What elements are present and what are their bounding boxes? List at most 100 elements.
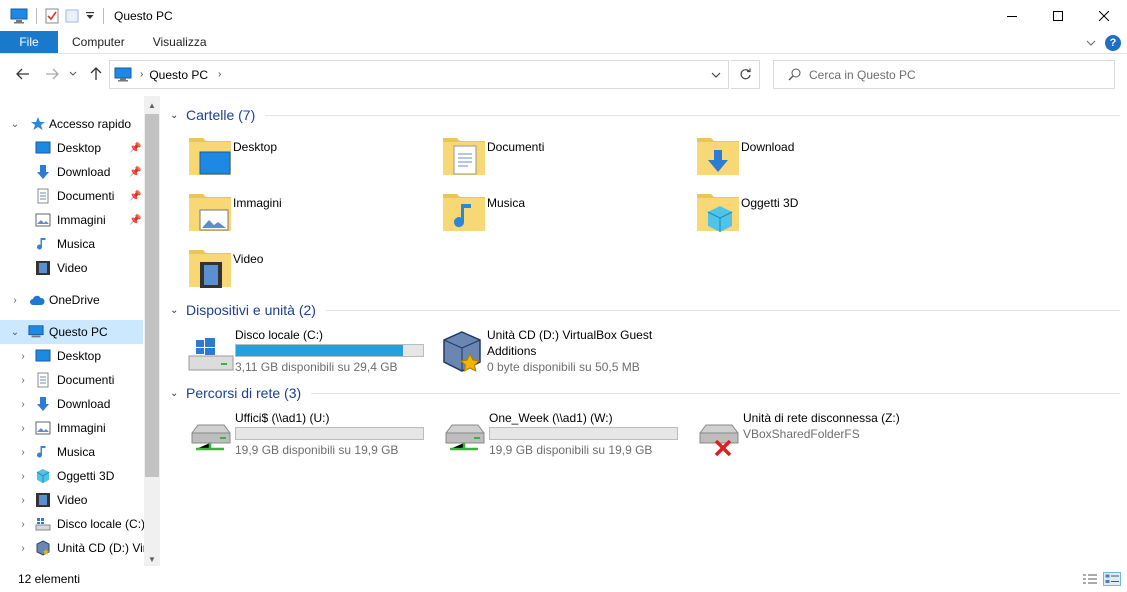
- nav-item-pc-disco-c[interactable]: › Disco locale (C:): [0, 512, 145, 536]
- scroll-up-icon[interactable]: ▲: [147, 100, 157, 110]
- new-folder-icon[interactable]: [65, 8, 79, 24]
- forward-button[interactable]: [43, 65, 61, 83]
- nav-item-pc-documenti[interactable]: › Documenti: [0, 368, 143, 392]
- breadcrumb-questo-pc[interactable]: Questo PC: [149, 68, 208, 82]
- divider: [325, 309, 1120, 311]
- nav-item-onedrive[interactable]: › OneDrive: [0, 288, 143, 312]
- chevron-right-icon[interactable]: ›: [18, 447, 28, 458]
- folder-desktop[interactable]: Desktop: [186, 132, 436, 186]
- nav-item-pc-immagini[interactable]: › Immagini: [0, 416, 143, 440]
- chevron-right-icon[interactable]: ›: [10, 295, 20, 306]
- nav-item-pc-desktop[interactable]: › Desktop: [0, 344, 143, 368]
- drive-usage-bar: [235, 344, 424, 357]
- tile-label: One_Week (\\ad1) (W:): [489, 411, 613, 425]
- nav-item-pc-cd-d[interactable]: › Unità CD (D:) Vir: [0, 536, 147, 560]
- minimize-button[interactable]: [989, 0, 1035, 31]
- maximize-icon: [1053, 10, 1063, 21]
- pictures-icon: [35, 213, 51, 227]
- chevron-down-icon[interactable]: ⌄: [170, 305, 184, 316]
- address-bar[interactable]: › Questo PC ›: [109, 60, 729, 89]
- folder-video-icon: [189, 250, 231, 288]
- pin-icon[interactable]: 📌: [129, 215, 141, 226]
- group-header-network[interactable]: ⌄ Percorsi di rete (3): [170, 382, 1120, 404]
- pin-icon[interactable]: 📌: [129, 191, 141, 202]
- nav-label: Accesso rapido: [49, 117, 132, 131]
- folder-download-icon: [697, 138, 739, 175]
- maximize-button[interactable]: [1035, 0, 1081, 31]
- expand-ribbon-icon[interactable]: [1085, 37, 1097, 49]
- folder-oggetti-3d[interactable]: Oggetti 3D: [694, 188, 944, 242]
- nav-item-pc-video[interactable]: › Video: [0, 488, 143, 512]
- drive-cd-d[interactable]: Unità CD (D:) VirtualBox Guest Additions…: [440, 328, 690, 382]
- pin-icon[interactable]: 📌: [129, 167, 141, 178]
- drive-c[interactable]: Disco locale (C:) 3,11 GB disponibili su…: [188, 328, 438, 382]
- chevron-down-icon[interactable]: ⌄: [170, 110, 184, 121]
- refresh-button[interactable]: [731, 60, 760, 89]
- properties-icon[interactable]: [45, 8, 59, 24]
- tab-computer[interactable]: Computer: [58, 31, 139, 53]
- chevron-right-icon[interactable]: ›: [18, 543, 28, 554]
- customize-toolbar-icon[interactable]: [85, 11, 95, 21]
- group-header-folders[interactable]: ⌄ Cartelle (7): [170, 104, 1120, 126]
- up-button[interactable]: [87, 65, 105, 83]
- chevron-right-icon[interactable]: ›: [18, 519, 28, 530]
- network-drive-w[interactable]: One_Week (\\ad1) (W:) 19,9 GB disponibil…: [442, 411, 692, 465]
- network-drive-z-disconnected[interactable]: Unità di rete disconnessa (Z:) VBoxShare…: [696, 411, 946, 465]
- search-input[interactable]: Cerca in Questo PC: [773, 60, 1115, 89]
- close-button[interactable]: [1081, 0, 1127, 31]
- nav-item-documenti[interactable]: Documenti 📌: [0, 184, 143, 208]
- recent-locations-button[interactable]: [67, 65, 79, 83]
- help-icon[interactable]: ?: [1105, 34, 1121, 51]
- details-view-button[interactable]: [1081, 572, 1099, 586]
- folder-documenti[interactable]: Documenti: [440, 132, 690, 186]
- breadcrumb-separator-icon[interactable]: ›: [218, 69, 221, 80]
- nav-scrollbar[interactable]: ▲ ▼: [144, 96, 160, 566]
- chevron-right-icon[interactable]: ›: [18, 471, 28, 482]
- drive-usage-bar: [235, 427, 424, 440]
- chevron-down-icon: [69, 71, 77, 76]
- folder-immagini[interactable]: Immagini: [186, 188, 436, 242]
- nav-item-pc-oggetti-3d[interactable]: › Oggetti 3D: [0, 464, 143, 488]
- tiles-view-button[interactable]: [1103, 572, 1121, 586]
- folder-download[interactable]: Download: [694, 132, 944, 186]
- group-header-devices[interactable]: ⌄ Dispositivi e unità (2): [170, 299, 1120, 321]
- nav-item-quick-access[interactable]: ⌄ Accesso rapido: [0, 112, 143, 136]
- address-dropdown-button[interactable]: [704, 61, 728, 88]
- back-button[interactable]: [14, 65, 32, 83]
- nav-item-pc-musica[interactable]: › Musica: [0, 440, 143, 464]
- chevron-right-icon[interactable]: ›: [18, 351, 28, 362]
- nav-scroll-thumb[interactable]: [145, 114, 159, 477]
- window-controls: [989, 0, 1127, 31]
- arrow-right-icon: [46, 68, 59, 80]
- computer-icon[interactable]: [10, 8, 28, 24]
- chevron-right-icon[interactable]: ›: [18, 423, 28, 434]
- nav-item-immagini[interactable]: Immagini 📌: [0, 208, 143, 232]
- network-drive-u[interactable]: Uffici$ (\\ad1) (U:) 19,9 GB disponibili…: [188, 411, 438, 465]
- nav-item-musica[interactable]: Musica: [0, 232, 143, 256]
- chevron-down-icon[interactable]: ⌄: [10, 327, 20, 338]
- nav-item-download[interactable]: Download 📌: [0, 160, 143, 184]
- status-bar: 12 elementi: [0, 566, 1127, 592]
- group-title: Dispositivi e unità (2): [186, 302, 316, 318]
- chevron-right-icon[interactable]: ›: [18, 495, 28, 506]
- nav-item-questo-pc[interactable]: ⌄ Questo PC: [0, 320, 143, 344]
- chevron-down-icon[interactable]: ⌄: [10, 119, 20, 130]
- drive-free-space: 19,9 GB disponibili su 19,9 GB: [489, 443, 653, 457]
- chevron-right-icon[interactable]: ›: [18, 375, 28, 386]
- folder-video[interactable]: Video: [186, 244, 436, 298]
- scroll-down-icon[interactable]: ▼: [147, 554, 157, 564]
- nav-item-video[interactable]: Video: [0, 256, 143, 280]
- nav-item-desktop[interactable]: Desktop 📌: [0, 136, 143, 160]
- tab-visualizza[interactable]: Visualizza: [139, 31, 221, 53]
- folder-musica[interactable]: Musica: [440, 188, 690, 242]
- breadcrumb-separator-icon[interactable]: ›: [140, 69, 143, 80]
- cloud-icon: [30, 295, 45, 305]
- pin-icon[interactable]: 📌: [129, 143, 141, 154]
- chevron-right-icon[interactable]: ›: [18, 399, 28, 410]
- nav-item-pc-download[interactable]: › Download: [0, 392, 143, 416]
- chevron-down-icon[interactable]: ⌄: [170, 388, 184, 399]
- pictures-icon: [35, 421, 51, 435]
- music-icon: [37, 446, 46, 458]
- nav-label: Immagini: [57, 213, 106, 227]
- tab-file[interactable]: File: [0, 31, 58, 53]
